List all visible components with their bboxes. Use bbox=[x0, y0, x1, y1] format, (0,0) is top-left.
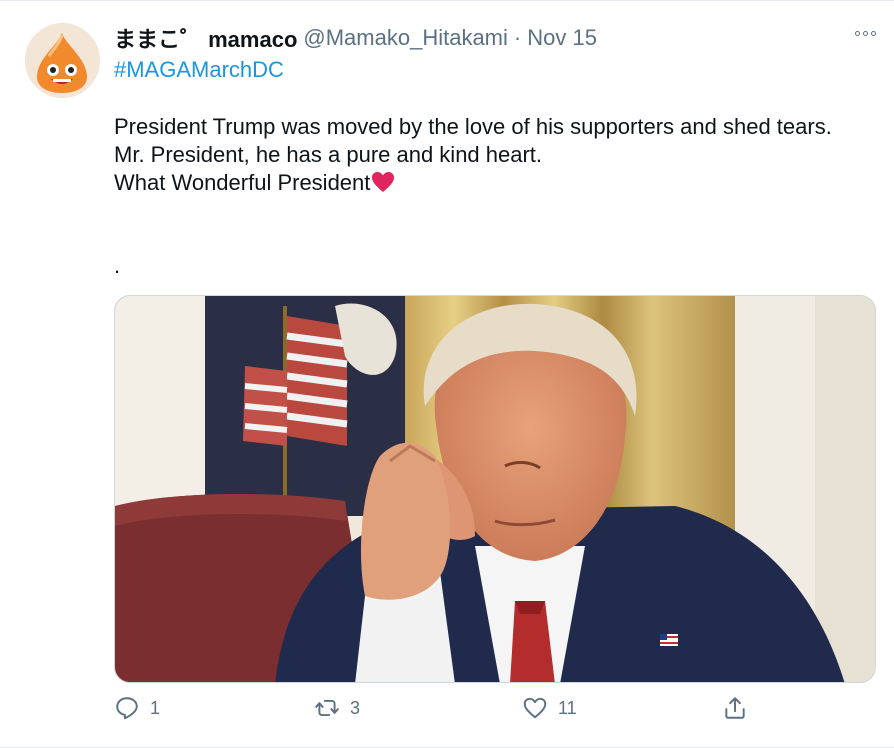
retweet-count: 3 bbox=[350, 697, 361, 718]
hashtag-link[interactable]: #MAGAMarchDC bbox=[114, 57, 284, 83]
tweet-text-line: Mr. President, he has a pure and kind he… bbox=[114, 142, 543, 167]
tweet-actions: 1 3 11 bbox=[114, 695, 754, 729]
tweet-date[interactable]: Nov 15 bbox=[527, 25, 597, 51]
share-icon bbox=[725, 697, 745, 719]
tweet-text: President Trump was moved by the love of… bbox=[114, 113, 854, 197]
separator-dot: · bbox=[513, 25, 522, 50]
tweet-text-line: What Wonderful President bbox=[114, 169, 854, 197]
like-count: 11 bbox=[558, 697, 577, 718]
heart-icon bbox=[523, 697, 547, 719]
tweet-text-line: President Trump was moved by the love of… bbox=[114, 114, 832, 139]
retweet-button[interactable]: 3 bbox=[314, 695, 360, 721]
reply-count: 1 bbox=[150, 697, 161, 718]
more-options-icon[interactable] bbox=[855, 31, 876, 36]
photo-of-man-wiping-eye-icon bbox=[115, 296, 875, 682]
like-button[interactable]: 11 bbox=[522, 695, 577, 721]
share-button[interactable] bbox=[722, 695, 748, 721]
trailing-dot: . bbox=[114, 253, 121, 278]
tweet-photo[interactable] bbox=[114, 295, 876, 683]
display-name[interactable]: ままこ゜ mamaco bbox=[114, 22, 297, 54]
tweet-header: ままこ゜ mamaco @Mamako_Hitakami · Nov 15 bbox=[114, 23, 874, 53]
tweet[interactable]: ままこ゜ mamaco @Mamako_Hitakami · Nov 15 #M… bbox=[0, 0, 894, 748]
reply-button[interactable]: 1 bbox=[114, 695, 160, 721]
slime-avatar-icon bbox=[25, 23, 100, 98]
user-handle[interactable]: @Mamako_Hitakami bbox=[303, 25, 508, 51]
avatar[interactable] bbox=[25, 23, 100, 98]
reply-icon bbox=[116, 697, 138, 720]
red-heart-icon bbox=[372, 172, 395, 192]
retweet-icon bbox=[315, 699, 339, 717]
